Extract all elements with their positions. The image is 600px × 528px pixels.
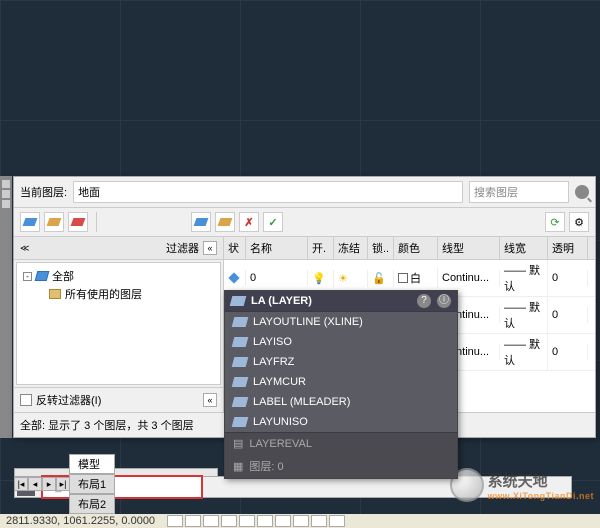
layout-tab[interactable]: 布局2 — [69, 494, 115, 514]
grid-toggle[interactable] — [185, 515, 201, 527]
close-icon[interactable]: ⓘ — [437, 294, 451, 308]
snap-toggle[interactable] — [167, 515, 183, 527]
autocomplete-layer-info: ▦ 图层: 0 — [225, 454, 457, 478]
search-input[interactable]: 搜索图层 — [469, 181, 569, 203]
status-bar: 2811.9330, 1061.2255, 0.0000 — [0, 514, 600, 528]
settings-button[interactable]: ⚙ — [569, 212, 589, 232]
gear-icon: ⚙ — [574, 216, 584, 229]
new-filter-button[interactable] — [20, 212, 40, 232]
otrack-toggle[interactable] — [257, 515, 273, 527]
layer-name-cell[interactable]: 0 — [246, 270, 308, 286]
invert-filter-checkbox[interactable] — [20, 394, 32, 406]
delete-layer-button[interactable]: ✗ — [239, 212, 259, 232]
layer-status-icon — [228, 272, 239, 283]
lineweight-cell[interactable]: —— 默认 — [500, 297, 548, 333]
layout-tab[interactable]: 布局1 — [69, 474, 115, 494]
current-layer-label: 当前图层: — [20, 184, 67, 200]
layer-icon — [230, 296, 247, 306]
command-icon — [232, 317, 249, 327]
filter-tree[interactable]: - 全部 所有使用的图层 — [16, 262, 221, 385]
autocomplete-popup: LA (LAYER) ? ⓘ LAYOUTLINE (XLINE)LAYISOL… — [224, 290, 458, 479]
new-layer-freeze-button[interactable] — [215, 212, 235, 232]
tab-next-button[interactable]: ▸ — [42, 477, 56, 491]
tab-last-button[interactable]: ▸| — [56, 477, 70, 491]
filter-used-label[interactable]: 所有使用的图层 — [65, 286, 142, 302]
filter-all-icon — [35, 271, 50, 281]
sysvar-icon: ▤ — [233, 437, 243, 450]
layer-states-button[interactable] — [68, 212, 88, 232]
command-icon — [232, 377, 249, 387]
palette-collapse-bar[interactable] — [0, 176, 12, 438]
layer-manager-header: 当前图层: 地面 搜索图层 — [14, 177, 595, 208]
collapse-filter-button[interactable]: « — [203, 241, 217, 255]
lineweight-cell[interactable]: —— 默认 — [500, 334, 548, 370]
layout-tab[interactable]: 模型 — [69, 454, 115, 474]
transparency-cell[interactable]: 0 — [548, 307, 588, 323]
coordinates-readout: 2811.9330, 1061.2255, 0.0000 — [6, 515, 155, 527]
autocomplete-item[interactable]: LABEL (MLEADER) — [225, 392, 457, 412]
polar-toggle[interactable] — [221, 515, 237, 527]
layer-manager-toolbar: ✗ ✓ ⟳ ⚙ — [14, 208, 595, 237]
lock-icon[interactable]: 🔓 — [372, 272, 386, 285]
linetype-cell[interactable]: Continu... — [438, 270, 500, 286]
lineweight-cell[interactable]: —— 默认 — [500, 260, 548, 296]
dyn-toggle[interactable] — [293, 515, 309, 527]
ortho-toggle[interactable] — [203, 515, 219, 527]
new-layer-button[interactable] — [191, 212, 211, 232]
bulb-icon[interactable]: 💡 — [312, 272, 326, 285]
autocomplete-sysvar[interactable]: ▤ LAYEREVAL — [225, 432, 457, 454]
col-status[interactable]: 状 — [224, 237, 246, 259]
command-icon — [232, 357, 249, 367]
new-group-filter-button[interactable] — [44, 212, 64, 232]
col-linetype[interactable]: 线型 — [438, 237, 500, 259]
autocomplete-item[interactable]: LAYISO — [225, 332, 457, 352]
transparency-cell[interactable]: 0 — [548, 344, 588, 360]
transparency-cell[interactable]: 0 — [548, 270, 588, 286]
autocomplete-item[interactable]: LAYOUTLINE (XLINE) — [225, 311, 457, 332]
lwt-toggle[interactable] — [311, 515, 327, 527]
command-icon — [232, 397, 249, 407]
watermark: 系统天地 www.XiTongTianDi.net — [450, 468, 594, 502]
layer-info-icon: ▦ — [233, 460, 243, 473]
qp-toggle[interactable] — [329, 515, 345, 527]
current-layer-field[interactable]: 地面 — [73, 181, 463, 203]
autocomplete-item[interactable]: LAYMCUR — [225, 372, 457, 392]
col-transparency[interactable]: 透明 — [548, 237, 588, 259]
layer-grid-header: 状 名称 开. 冻结 锁.. 颜色 线型 线宽 透明 — [224, 237, 595, 260]
color-swatch[interactable] — [398, 273, 408, 283]
autocomplete-selected[interactable]: LA (LAYER) — [251, 295, 411, 307]
filter-tree-panel: ≪ 过滤器 « - 全部 所有使用的图层 反转过滤器(I) « — [14, 237, 224, 412]
help-icon[interactable]: ? — [417, 294, 431, 308]
osnap-toggle[interactable] — [239, 515, 255, 527]
watermark-title: 系统天地 — [488, 473, 548, 490]
search-icon[interactable] — [575, 185, 589, 199]
tree-expand-icon[interactable]: - — [23, 272, 32, 281]
tab-prev-button[interactable]: ◂ — [28, 477, 42, 491]
filter-header: 过滤器 — [166, 240, 199, 256]
autocomplete-item[interactable]: LAYFRZ — [225, 352, 457, 372]
command-icon — [232, 337, 249, 347]
autocomplete-item[interactable]: LAYUNISO — [225, 412, 457, 432]
layout-tab-bar: |◂ ◂ ▸ ▸| 模型布局1布局2 — [14, 454, 115, 514]
status-toggles — [167, 515, 345, 527]
sun-icon[interactable]: ☀ — [338, 272, 348, 285]
refresh-button[interactable]: ⟳ — [545, 212, 565, 232]
filter-used-icon — [49, 289, 61, 299]
col-on[interactable]: 开. — [308, 237, 334, 259]
ducs-toggle[interactable] — [275, 515, 291, 527]
set-current-button[interactable]: ✓ — [263, 212, 283, 232]
col-lineweight[interactable]: 线宽 — [500, 237, 548, 259]
collapse-filter-footer-button[interactable]: « — [203, 393, 217, 407]
invert-filter-label: 反转过滤器(I) — [36, 392, 101, 408]
col-color[interactable]: 颜色 — [394, 237, 438, 259]
filter-all-label[interactable]: 全部 — [52, 268, 74, 284]
command-icon — [232, 417, 249, 427]
col-lock[interactable]: 锁.. — [368, 237, 394, 259]
col-name[interactable]: 名称 — [246, 237, 308, 259]
watermark-url: www.XiTongTianDi.net — [488, 491, 594, 501]
col-freeze[interactable]: 冻结 — [334, 237, 368, 259]
tab-first-button[interactable]: |◂ — [14, 477, 28, 491]
